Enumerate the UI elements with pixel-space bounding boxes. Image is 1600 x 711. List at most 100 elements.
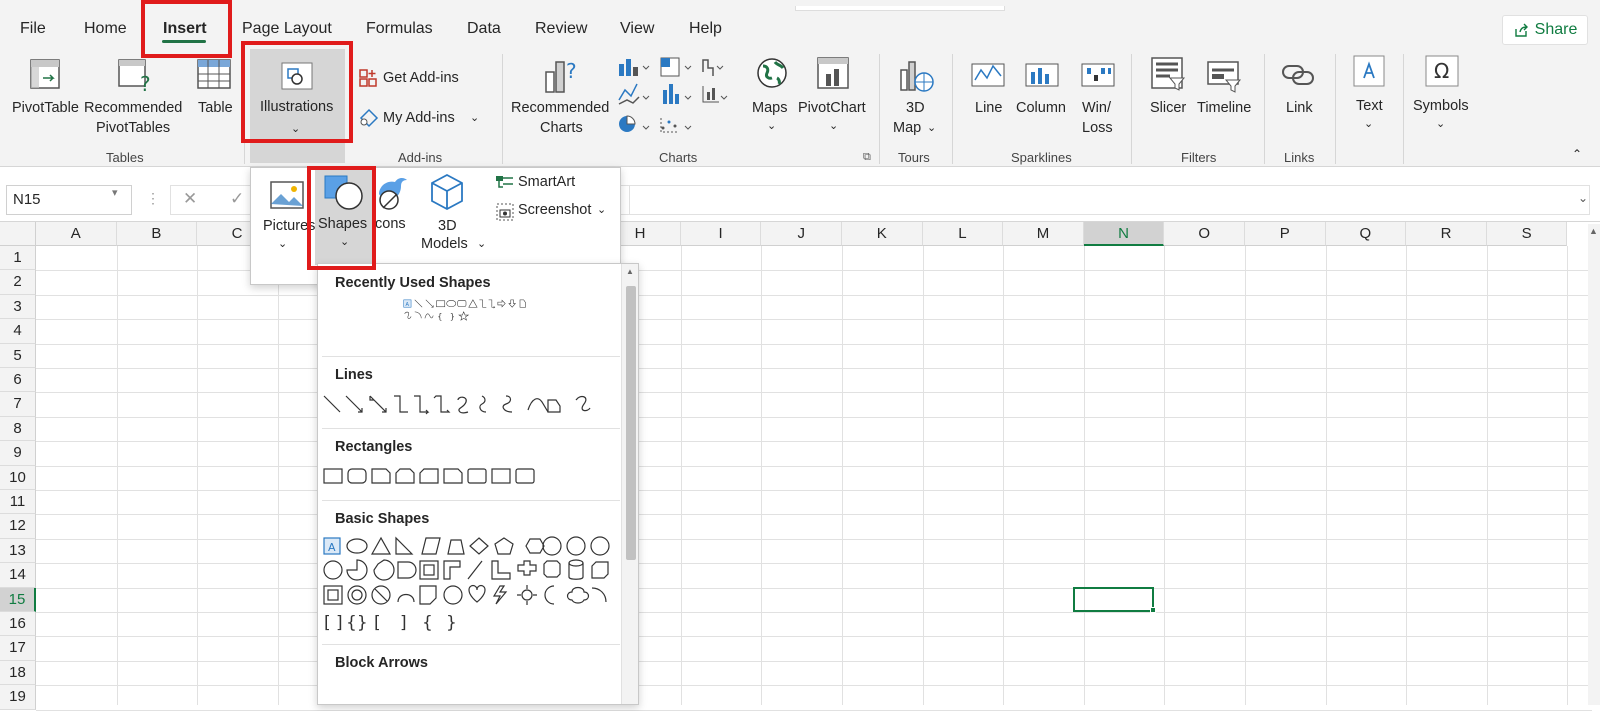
illustrations-button[interactable]: Illustrations ⌄ bbox=[250, 49, 345, 163]
row-header-13[interactable]: 13 bbox=[0, 538, 36, 564]
tab-help[interactable]: Help bbox=[689, 20, 722, 38]
column-header-o[interactable]: O bbox=[1164, 222, 1245, 246]
row-header-17[interactable]: 17 bbox=[0, 636, 36, 661]
tab-home[interactable]: Home bbox=[84, 20, 127, 38]
text-icon bbox=[1353, 55, 1385, 87]
row-header-9[interactable]: 9 bbox=[0, 441, 36, 466]
recommended-pivottables-icon: ? bbox=[118, 59, 151, 94]
worksheet-grid[interactable]: ABCDEFGHIJKLMNOPQRS 12345678910111213141… bbox=[0, 222, 1600, 711]
recommended-charts-label-2: Charts bbox=[540, 120, 583, 136]
section-lines: Lines bbox=[335, 367, 373, 383]
row-header-19[interactable]: 19 bbox=[0, 685, 36, 710]
ribbon: PivotTable ? Recommended PivotTables Tab… bbox=[0, 46, 1600, 167]
charts-dialog-launcher-icon[interactable]: ⧉ bbox=[863, 147, 871, 167]
column-header-k[interactable]: K bbox=[842, 222, 923, 246]
row-header-3[interactable]: 3 bbox=[0, 294, 36, 320]
column-header-p[interactable]: P bbox=[1245, 222, 1326, 246]
illustrations-label: Illustrations bbox=[260, 99, 334, 115]
row-header-6[interactable]: 6 bbox=[0, 368, 36, 393]
basic-shapes-grid[interactable]: A [ ] {} [ ] { } bbox=[322, 534, 622, 634]
pivotchart-icon bbox=[817, 57, 849, 89]
collapse-ribbon-icon[interactable]: ⌃ bbox=[1572, 144, 1582, 164]
smartart-label: SmartArt bbox=[518, 174, 576, 190]
shapes-button[interactable]: Shapes ⌄ bbox=[315, 168, 373, 265]
row-header-18[interactable]: 18 bbox=[0, 660, 36, 686]
rectangles-shapes-row[interactable] bbox=[322, 464, 622, 488]
row-header-8[interactable]: 8 bbox=[0, 416, 36, 442]
tab-file[interactable]: File bbox=[20, 20, 46, 38]
enter-icon[interactable]: ✓ bbox=[230, 189, 244, 209]
tab-view[interactable]: View bbox=[620, 20, 654, 38]
column-header-n[interactable]: N bbox=[1083, 222, 1165, 246]
column-header-j[interactable]: J bbox=[761, 222, 842, 246]
group-tours-label: Tours bbox=[898, 150, 930, 165]
tab-formulas[interactable]: Formulas bbox=[366, 20, 433, 38]
pictures-chevron-icon: ⌄ bbox=[278, 238, 288, 250]
column-header-b[interactable]: B bbox=[116, 222, 198, 246]
column-header-l[interactable]: L bbox=[922, 222, 1004, 246]
column-header-r[interactable]: R bbox=[1406, 222, 1487, 246]
3d-models-label-1: 3D bbox=[438, 218, 457, 234]
formula-input-field[interactable] bbox=[630, 185, 1590, 215]
row-header-7[interactable]: 7 bbox=[0, 392, 36, 417]
vertical-scrollbar[interactable]: ▲ bbox=[1588, 224, 1600, 705]
pivotchart-label: PivotChart bbox=[798, 100, 866, 116]
recommended-charts-icon: ? bbox=[545, 59, 577, 93]
row-header-5[interactable]: 5 bbox=[0, 343, 36, 368]
group-filters-label: Filters bbox=[1181, 150, 1217, 165]
group-addins-label: Add-ins bbox=[398, 150, 443, 165]
tab-insert[interactable]: Insert bbox=[163, 20, 207, 38]
3d-map-label-1: 3D bbox=[906, 100, 925, 116]
fill-handle[interactable] bbox=[1150, 607, 1156, 613]
pivottable-label: PivotTable bbox=[12, 100, 79, 116]
recently-used-shapes-row[interactable]: A {} bbox=[322, 298, 622, 322]
column-header-q[interactable]: Q bbox=[1325, 222, 1407, 246]
column-header-a[interactable]: A bbox=[36, 222, 117, 246]
row-header-14[interactable]: 14 bbox=[0, 563, 36, 588]
recommended-pivottables-label-1: Recommended bbox=[84, 100, 183, 116]
lines-shapes-row[interactable] bbox=[322, 392, 622, 416]
icons-label: Icons bbox=[371, 216, 406, 232]
title-search-edge bbox=[795, 6, 1005, 11]
tab-review[interactable]: Review bbox=[535, 20, 587, 38]
maps-label: Maps bbox=[752, 100, 788, 116]
svg-text:?: ? bbox=[566, 59, 577, 83]
my-addins-icon bbox=[359, 108, 379, 128]
ribbon-tab-bar: File Home Insert Page Layout Formulas Da… bbox=[0, 0, 1600, 46]
row-header-2[interactable]: 2 bbox=[0, 270, 36, 295]
row-header-15[interactable]: 15 bbox=[0, 587, 36, 612]
section-rectangles: Rectangles bbox=[335, 439, 413, 455]
share-label: Share bbox=[1534, 21, 1578, 38]
svg-text:}: } bbox=[450, 312, 455, 321]
tab-data[interactable]: Data bbox=[467, 20, 501, 38]
column-header-i[interactable]: I bbox=[680, 222, 762, 246]
scroll-up-icon[interactable]: ▲ bbox=[1589, 226, 1598, 236]
share-button[interactable]: Share bbox=[1502, 15, 1588, 45]
select-all-corner[interactable] bbox=[0, 222, 36, 246]
row-header-12[interactable]: 12 bbox=[0, 514, 36, 539]
section-divider bbox=[322, 428, 620, 429]
row-header-10[interactable]: 10 bbox=[0, 465, 36, 490]
grid-row-line bbox=[36, 441, 1592, 443]
group-charts-label: Charts bbox=[659, 150, 698, 165]
gallery-scrollbar[interactable]: ▲ bbox=[621, 264, 638, 704]
tab-page-layout[interactable]: Page Layout bbox=[242, 20, 332, 38]
grid-row-line bbox=[36, 319, 1592, 321]
row-header-16[interactable]: 16 bbox=[0, 612, 36, 637]
cancel-icon[interactable]: ✕ bbox=[183, 189, 197, 209]
sparkline-winloss-label-2: Loss bbox=[1082, 120, 1113, 136]
scrollbar-thumb[interactable] bbox=[626, 286, 636, 560]
selected-cell[interactable] bbox=[1073, 587, 1154, 612]
table-label: Table bbox=[198, 100, 233, 116]
column-header-m[interactable]: M bbox=[1003, 222, 1084, 246]
row-header-11[interactable]: 11 bbox=[0, 490, 36, 515]
row-header-4[interactable]: 4 bbox=[0, 319, 36, 344]
scroll-up-icon[interactable]: ▲ bbox=[626, 267, 634, 276]
row-header-1[interactable]: 1 bbox=[0, 246, 36, 271]
column-header-s[interactable]: S bbox=[1486, 222, 1568, 246]
namebox-chevron-icon[interactable]: ▾ bbox=[112, 186, 118, 199]
shapes-label: Shapes bbox=[318, 216, 368, 232]
expand-formula-bar-icon[interactable]: ⌄ bbox=[1578, 191, 1588, 205]
chart-types-icon[interactable] bbox=[617, 56, 737, 136]
grid-row-line bbox=[36, 587, 1592, 589]
